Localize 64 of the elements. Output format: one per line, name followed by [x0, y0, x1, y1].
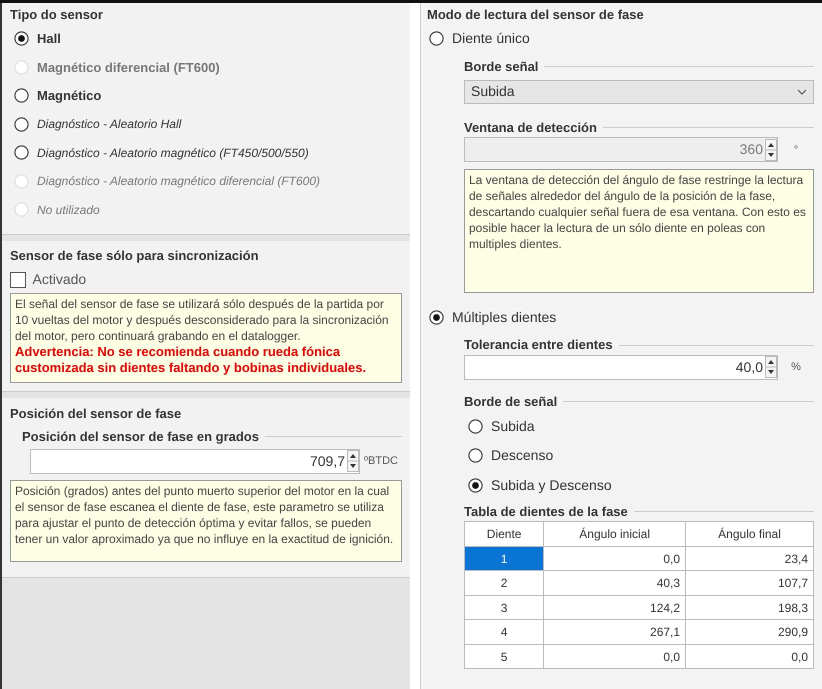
radio-button[interactable] [468, 478, 483, 492]
group-title: Sensor de fase sólo para sincronización [10, 247, 260, 266]
section-label: Borde señal [464, 58, 538, 76]
table-cell[interactable]: 0,0 [686, 644, 814, 669]
signal-edge-dropdown[interactable]: Subida [464, 80, 814, 104]
unit-label: ° [792, 142, 800, 158]
table-cell[interactable]: 40,3 [544, 570, 686, 596]
table-cell[interactable]: 5 [464, 644, 544, 669]
column-header: Ángulo inicial [544, 522, 686, 546]
option-label: Subida [491, 416, 535, 436]
unit-label: % [790, 360, 802, 375]
radio-button[interactable] [468, 448, 483, 463]
radio-button[interactable] [14, 88, 29, 104]
section-label: Tabla de dientes de la fase [464, 502, 628, 521]
option-label: Subida y Descenso [491, 476, 612, 495]
table-cell[interactable]: 107,7 [686, 570, 814, 596]
option-label: Magnético diferencial (FT600) [37, 58, 220, 77]
number-field[interactable]: 709,7 [30, 448, 360, 474]
option-label: Diente único [452, 29, 530, 48]
option-label: Hall [37, 30, 61, 48]
option-label: Magnético [37, 87, 102, 105]
group-title: Posición del sensor de fase [10, 404, 182, 422]
radio-button[interactable] [14, 116, 29, 132]
section-label: Posición del sensor de fase en grados [22, 428, 259, 446]
table-cell[interactable]: 124,2 [544, 595, 686, 620]
table-cell[interactable]: 23,4 [686, 546, 814, 571]
radio-button[interactable] [14, 145, 29, 160]
column-header: Diente [464, 522, 544, 546]
option-label: Descenso [491, 446, 554, 465]
note-text: Posición (grados) antes del punto muerto superior del motor en la cual el sensor de fase escanea el diente de fase, este parametro se utiliza para ajustar el punto de detección óptima y evitar fallos, se pueden tener un valor aproximado ya que no influye en la exactitud de ignición. [10, 480, 402, 562]
radio-button[interactable] [14, 31, 29, 46]
table-cell[interactable]: 4 [464, 620, 544, 644]
column-header: Ángulo final [686, 522, 814, 546]
checkbox[interactable] [10, 272, 26, 288]
option-label: Diagnóstico - Aleatorio Hall [37, 116, 182, 134]
option-label: Diagnóstico - Aleatorio magnético diferencial (FT600) [37, 173, 320, 190]
option-label: No utilizado [37, 202, 100, 219]
spin-arrows-icon[interactable] [765, 356, 777, 378]
radio-button[interactable] [429, 31, 444, 46]
radio-button[interactable] [429, 310, 444, 324]
group-title: Modo de lectura del sensor de fase [427, 6, 645, 24]
option-label: Múltiples dientes [452, 308, 556, 327]
checkbox-label: Activado [32, 270, 86, 289]
table-cell[interactable]: 290,9 [686, 620, 814, 644]
section-label: Tolerancia entre dientes [464, 336, 613, 354]
unit-label: ºBTDC [363, 454, 399, 469]
section-label: Borde de señal [464, 392, 558, 411]
option-label: Diagnóstico - Aleatorio magnético (FT450/500/550) [37, 144, 309, 162]
spin-arrows-icon[interactable] [347, 450, 360, 472]
radio-button[interactable] [468, 418, 483, 434]
caret-icon [797, 88, 807, 95]
table-cell[interactable]: 0,0 [544, 644, 686, 669]
table-cell[interactable]: 1 [464, 546, 544, 571]
table-cell[interactable]: 2 [464, 570, 544, 596]
group-title: Tipo do sensor [10, 6, 104, 24]
note-text: El señal del sensor de fase se utilizará sólo después de la partida por 10 vueltas del motor y después desconsiderado para la sincronización del motor, pero continuará grabando en el datalogger. [15, 296, 390, 344]
warning-text: Advertencia: No se recomienda cuando rueda fónica customizada sin dientes faltando y bobinas individuales. [15, 344, 368, 376]
table-cell[interactable]: 267,1 [544, 620, 686, 644]
section-label: Ventana de detección [464, 118, 597, 137]
note-text: La ventana de detección del ángulo de fase restringe la lectura de señales alrededor del ángulo de la posición de la fase, descartando cualquier señal fuera de esa ventana. Con esto es posible hacer la lectura de un sólo diente en poleas con multiples dientes. [464, 168, 814, 293]
table-cell[interactable]: 3 [464, 595, 544, 620]
number-field[interactable]: 40,0 [464, 354, 778, 380]
table-cell[interactable]: 0,0 [544, 546, 686, 571]
table-cell[interactable]: 198,3 [686, 595, 814, 620]
